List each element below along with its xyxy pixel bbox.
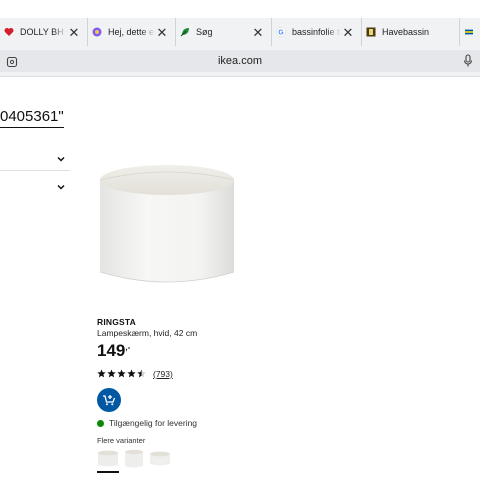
- cart-icon: [103, 395, 116, 406]
- tab-dolly[interactable]: DOLLY BH S ✕: [0, 18, 88, 46]
- variant-thumbnail[interactable]: [149, 448, 171, 470]
- product-price: 149,-: [97, 341, 130, 361]
- tab-google[interactable]: G bassinfolie til ✕: [272, 18, 362, 46]
- variant-thumbnail[interactable]: [97, 448, 119, 473]
- heart-icon: [4, 27, 14, 37]
- star-icon: [127, 369, 136, 378]
- divider: [0, 170, 70, 171]
- tab-havebassin[interactable]: Havebassin: [362, 18, 460, 46]
- star-icon: [117, 369, 126, 378]
- variants-label: Flere varianter: [97, 436, 146, 445]
- address-bar[interactable]: ikea.com: [0, 50, 480, 72]
- filter-dropdown-1[interactable]: [0, 150, 70, 166]
- address-bar-container: ikea.com: [0, 46, 480, 77]
- price-value: 149: [97, 341, 126, 360]
- svg-text:G: G: [278, 30, 284, 37]
- status-dot-icon: [97, 419, 104, 427]
- site-icon: [366, 27, 376, 37]
- gemini-icon: [92, 27, 102, 37]
- variant-thumbnail[interactable]: [123, 448, 145, 470]
- product-image[interactable]: [97, 160, 237, 290]
- add-to-cart-button[interactable]: [97, 388, 121, 412]
- product-name[interactable]: RINGSTA: [97, 317, 136, 327]
- filter-dropdown-2[interactable]: [0, 178, 70, 194]
- product-description: Lampeskærm, hvid, 42 cm: [97, 328, 198, 338]
- chevron-down-icon: [56, 151, 66, 162]
- url-text[interactable]: ikea.com: [0, 55, 480, 67]
- tab-ikea[interactable]: [460, 18, 480, 46]
- search-query-text: 0405361": [0, 108, 64, 128]
- variant-list: [97, 448, 171, 473]
- tab-title: Søg: [196, 27, 213, 37]
- microphone-icon[interactable]: [462, 54, 474, 68]
- close-icon[interactable]: ✕: [251, 26, 265, 39]
- price-suffix: ,-: [125, 343, 131, 352]
- tab-bar: DOLLY BH S ✕ Hej, dette er ✕ Søg ✕ G bas…: [0, 18, 480, 46]
- tab-title: DOLLY BH S: [20, 27, 67, 37]
- close-icon[interactable]: ✕: [341, 26, 355, 39]
- star-icon: [97, 369, 106, 378]
- half-star-icon: [137, 369, 146, 378]
- star-icon: [107, 369, 116, 378]
- availability-text: Tilgængelig for levering: [109, 418, 198, 428]
- tab-title: Havebassin: [382, 27, 430, 37]
- tab-title: bassinfolie til: [292, 27, 341, 37]
- rating-count-link[interactable]: (793): [153, 369, 173, 379]
- google-icon: G: [276, 27, 286, 37]
- tab-search[interactable]: Søg ✕: [176, 18, 272, 46]
- tab-gemini[interactable]: Hej, dette er ✕: [88, 18, 176, 46]
- close-icon[interactable]: ✕: [67, 26, 81, 39]
- chevron-down-icon: [56, 179, 66, 190]
- rating-stars[interactable]: [97, 369, 146, 378]
- tab-title: Hej, dette er: [108, 27, 155, 37]
- ikea-icon: [464, 27, 474, 37]
- close-icon[interactable]: ✕: [155, 26, 169, 39]
- availability-status: Tilgængelig for levering: [97, 418, 197, 428]
- leaf-icon: [180, 27, 190, 37]
